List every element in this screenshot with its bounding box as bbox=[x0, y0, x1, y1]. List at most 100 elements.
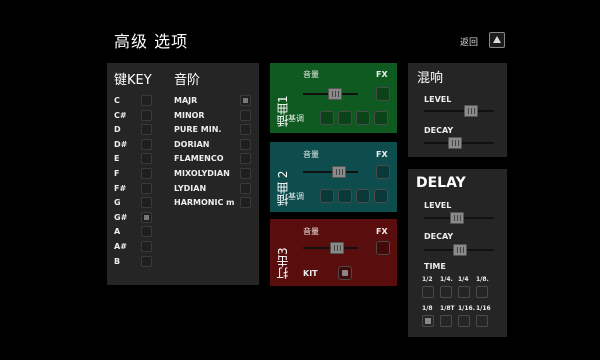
key-option[interactable]: E bbox=[114, 153, 154, 165]
volume-label: 音量 bbox=[303, 70, 319, 79]
key-option-label: A# bbox=[114, 242, 127, 251]
key-header: 键KEY bbox=[114, 73, 152, 88]
key-button-4[interactable] bbox=[374, 111, 388, 125]
fx-label: FX bbox=[376, 227, 388, 236]
reverb-panel: 混响 LEVEL DECAY bbox=[408, 63, 507, 157]
key-checkbox[interactable] bbox=[141, 109, 152, 121]
delay-level-slider[interactable] bbox=[424, 212, 494, 224]
key-option[interactable]: F bbox=[114, 168, 154, 180]
back-link[interactable]: 返回 bbox=[460, 35, 478, 48]
key-option[interactable]: A# bbox=[114, 241, 154, 253]
scale-option[interactable]: HARMONIC m bbox=[174, 197, 254, 209]
key-button-4[interactable] bbox=[374, 189, 388, 203]
scale-option[interactable]: MIXOLYDIAN bbox=[174, 168, 254, 180]
up-arrow-button[interactable] bbox=[489, 32, 505, 48]
key-option-label: G# bbox=[114, 212, 128, 222]
scale-option[interactable]: MINOR bbox=[174, 109, 254, 122]
delay-level-label: LEVEL bbox=[424, 201, 452, 210]
reverb-level-label: LEVEL bbox=[424, 95, 452, 104]
track-panel-3: 打击3 音量 FX KIT bbox=[270, 219, 397, 286]
fx-label: FX bbox=[376, 70, 388, 79]
key-option[interactable]: C bbox=[114, 95, 154, 107]
key-checkbox[interactable] bbox=[141, 197, 152, 209]
scale-checkbox[interactable] bbox=[240, 197, 251, 209]
key-checkbox[interactable] bbox=[141, 168, 152, 179]
key-button-3[interactable] bbox=[356, 189, 370, 203]
fx-toggle[interactable] bbox=[376, 165, 390, 179]
key-checkbox[interactable] bbox=[141, 241, 152, 252]
delay-time-button[interactable] bbox=[458, 315, 470, 327]
delay-time-label: 1/8 bbox=[422, 305, 433, 312]
key-option[interactable]: G bbox=[114, 197, 154, 209]
key-option[interactable]: A bbox=[114, 226, 154, 238]
key-option[interactable]: F# bbox=[114, 182, 154, 195]
volume-slider[interactable] bbox=[303, 88, 358, 100]
scale-option-label: MAJR bbox=[174, 96, 198, 105]
reverb-level-slider[interactable] bbox=[424, 105, 494, 117]
key-option-label: E bbox=[114, 154, 120, 164]
scale-checkbox[interactable] bbox=[240, 124, 251, 136]
scale-checkbox[interactable] bbox=[240, 95, 251, 106]
scale-option[interactable]: FLAMENCO bbox=[174, 153, 254, 165]
delay-time-button[interactable] bbox=[440, 315, 452, 327]
key-checkbox[interactable] bbox=[141, 124, 152, 136]
scale-checkbox[interactable] bbox=[240, 182, 251, 194]
delay-panel: DELAY LEVEL DECAY TIME 1/2 1/4. 1/4 1/8. 1/8… bbox=[408, 169, 507, 337]
scale-checkbox[interactable] bbox=[240, 168, 251, 179]
key-option[interactable]: B bbox=[114, 255, 154, 268]
volume-slider[interactable] bbox=[303, 166, 358, 178]
fx-toggle[interactable] bbox=[376, 87, 390, 101]
track-panel-2: 插曲 2 音量 FX 基调 bbox=[270, 142, 397, 212]
key-button-2[interactable] bbox=[338, 111, 352, 125]
key-button-3[interactable] bbox=[356, 111, 370, 125]
key-option-label: A bbox=[114, 227, 121, 237]
scale-checkbox[interactable] bbox=[240, 109, 251, 121]
kit-button[interactable] bbox=[338, 266, 352, 280]
key-checkbox[interactable] bbox=[141, 255, 152, 267]
delay-time-button[interactable] bbox=[440, 286, 452, 298]
key-option-label: G bbox=[114, 198, 121, 208]
scale-option-label: MINOR bbox=[174, 110, 205, 120]
delay-time-button[interactable] bbox=[422, 286, 434, 298]
key-checkbox[interactable] bbox=[141, 95, 152, 106]
track-name: 打击3 bbox=[276, 247, 290, 279]
key-option[interactable]: C# bbox=[114, 109, 154, 122]
delay-time-label: 1/8. bbox=[476, 276, 489, 283]
scale-option-label: PURE MIN. bbox=[174, 125, 222, 135]
delay-decay-slider[interactable] bbox=[424, 244, 494, 256]
delay-time-button[interactable] bbox=[458, 286, 470, 298]
delay-time-label: 1/2 bbox=[422, 276, 433, 283]
key-checkbox[interactable] bbox=[141, 138, 152, 150]
key-button-1[interactable] bbox=[320, 111, 334, 125]
key-option[interactable]: D bbox=[114, 124, 154, 136]
scale-option-label: FLAMENCO bbox=[174, 154, 224, 164]
key-button-2[interactable] bbox=[338, 189, 352, 203]
delay-time-button[interactable] bbox=[476, 286, 488, 298]
delay-time-label: TIME bbox=[424, 262, 446, 271]
reverb-title: 混响 bbox=[417, 71, 444, 86]
key-checkbox[interactable] bbox=[141, 153, 152, 165]
scale-option-label: HARMONIC m bbox=[174, 198, 235, 208]
delay-time-button[interactable] bbox=[422, 315, 434, 327]
delay-time-button[interactable] bbox=[476, 315, 488, 327]
scale-checkbox[interactable] bbox=[240, 138, 251, 150]
scale-option[interactable]: DORIAN bbox=[174, 138, 254, 151]
scale-option[interactable]: LYDIAN bbox=[174, 182, 254, 195]
volume-slider[interactable] bbox=[303, 242, 358, 254]
key-checkbox[interactable] bbox=[141, 226, 152, 238]
key-option[interactable]: G# bbox=[114, 211, 154, 224]
scale-checkbox[interactable] bbox=[240, 153, 251, 165]
delay-decay-label: DECAY bbox=[424, 232, 454, 241]
scale-option[interactable]: MAJR bbox=[174, 95, 254, 107]
delay-time-label: 1/16 bbox=[476, 305, 491, 312]
key-label: 基调 bbox=[288, 192, 304, 201]
scale-option[interactable]: PURE MIN. bbox=[174, 124, 254, 136]
key-checkbox[interactable] bbox=[141, 211, 152, 223]
key-checkbox[interactable] bbox=[141, 182, 152, 194]
key-option[interactable]: D# bbox=[114, 138, 154, 151]
scale-option-label: DORIAN bbox=[174, 139, 210, 149]
volume-label: 音量 bbox=[303, 227, 319, 236]
fx-toggle[interactable] bbox=[376, 241, 390, 255]
key-button-1[interactable] bbox=[320, 189, 334, 203]
reverb-decay-slider[interactable] bbox=[424, 137, 494, 149]
